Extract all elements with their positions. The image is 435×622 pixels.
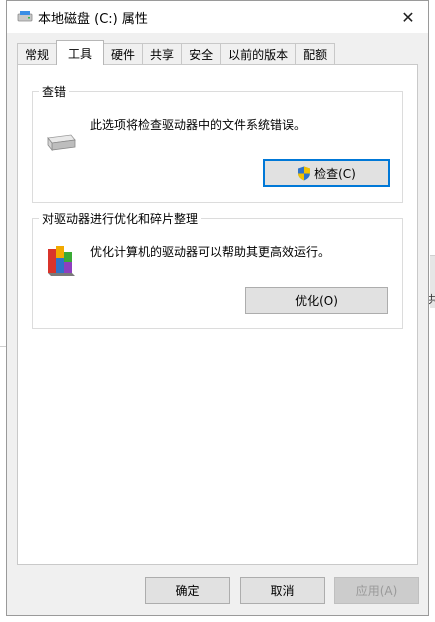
drive-title-icon xyxy=(17,11,33,22)
properties-dialog: 本地磁盘 (C:) 属性 ✕ 常规 工具 硬件 共享 安全 以前的版本 配额 查… xyxy=(6,0,429,616)
error-check-title: 查错 xyxy=(39,83,70,100)
window-title: 本地磁盘 (C:) 属性 xyxy=(38,12,148,27)
check-button-label: 检查(C) xyxy=(314,166,356,181)
close-button[interactable]: ✕ xyxy=(388,1,428,33)
error-check-group: 查错 此选项将检查驱动器中的文件系统错误。 检查(C) xyxy=(32,83,403,203)
apply-button[interactable]: 应用(A) xyxy=(334,577,419,604)
optimize-title: 对驱动器进行优化和碎片整理 xyxy=(39,210,202,227)
tab-hardware[interactable]: 硬件 xyxy=(103,43,144,65)
check-button[interactable]: 检查(C) xyxy=(263,159,390,187)
uac-shield-icon xyxy=(298,166,311,180)
error-check-description: 此选项将检查驱动器中的文件系统错误。 xyxy=(90,118,307,132)
optimize-description: 优化计算机的驱动器可以帮助其更高效运行。 xyxy=(90,245,331,259)
optimize-group: 对驱动器进行优化和碎片整理 优化计算机的驱动器可以帮助其更高效运行。 优化(O) xyxy=(32,210,403,329)
close-icon: ✕ xyxy=(401,7,415,27)
tools-tab-page: 查错 此选项将检查驱动器中的文件系统错误。 检查(C) 对驱动器进行优化和碎片整… xyxy=(17,64,418,565)
tab-quota[interactable]: 配额 xyxy=(295,43,336,65)
title-bar[interactable]: 本地磁盘 (C:) 属性 ✕ xyxy=(7,1,428,33)
tab-security[interactable]: 安全 xyxy=(181,43,222,65)
ok-button[interactable]: 确定 xyxy=(145,577,230,604)
background-window-text: 共 xyxy=(428,293,435,306)
defrag-icon xyxy=(48,246,75,276)
tab-general[interactable]: 常规 xyxy=(17,43,58,65)
tab-sharing[interactable]: 共享 xyxy=(142,43,183,65)
tab-strip: 常规 工具 硬件 共享 安全 以前的版本 配额 xyxy=(17,40,336,65)
drive-icon xyxy=(47,134,76,152)
optimize-button[interactable]: 优化(O) xyxy=(245,287,388,314)
tab-tools[interactable]: 工具 xyxy=(56,40,105,65)
tab-previous-versions[interactable]: 以前的版本 xyxy=(220,43,297,65)
cancel-button[interactable]: 取消 xyxy=(240,577,325,604)
